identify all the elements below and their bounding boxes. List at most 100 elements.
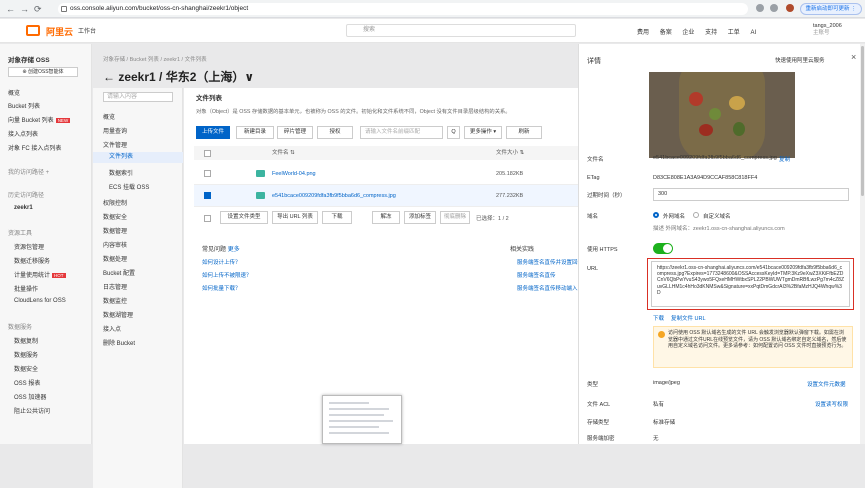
row-checkbox[interactable] xyxy=(204,170,211,177)
practice-link[interactable]: 服务端签名直传移动端入口 xyxy=(517,284,583,292)
subnav-delete-bucket[interactable]: 删除 Bucket xyxy=(103,338,135,347)
table-row[interactable]: FeelWorld-04.png 205.182KB xyxy=(194,163,579,185)
user-menu[interactable]: tangs_2006 主账号 xyxy=(813,23,842,37)
sidebar-item-fc-access-points[interactable]: 对象 FC 接入点列表 xyxy=(8,143,61,152)
extension-icon[interactable] xyxy=(756,4,764,12)
sidebar-item-data-service[interactable]: 数据服务 xyxy=(14,350,38,359)
set-metadata-link[interactable]: 设置文件元数据 xyxy=(807,380,846,388)
download-button[interactable]: 下载 xyxy=(322,211,352,224)
subnav-ecs-mount[interactable]: ECS 挂载 OSS xyxy=(109,182,149,191)
profile-avatar[interactable] xyxy=(786,4,794,12)
authorize-button[interactable]: 授权 xyxy=(317,126,353,139)
new-folder-button[interactable]: 新建目录 xyxy=(236,126,274,139)
faq-link[interactable]: 如何上传不被限速？ xyxy=(202,271,252,279)
sidebar-item-packages[interactable]: 资源包管理 xyxy=(14,242,44,251)
expire-input[interactable]: 300 xyxy=(653,188,849,201)
address-bar[interactable]: oss.console.aliyun.com/bucket/oss-cn-sha… xyxy=(58,3,748,15)
file-search-input[interactable]: 请输入文件名前缀匹配 xyxy=(360,126,443,139)
download-link[interactable]: 下载 xyxy=(653,314,664,322)
export-url-button[interactable]: 导出 URL 列表 xyxy=(272,211,318,224)
row-checkbox[interactable] xyxy=(204,192,211,199)
set-acl-link[interactable]: 设置读写权限 xyxy=(815,400,848,408)
reload-icon[interactable]: ⟳ xyxy=(34,3,42,15)
copy-url-link[interactable]: 复制文件 URL xyxy=(671,314,706,322)
add-tag-button[interactable]: 添加标签 xyxy=(404,211,436,224)
back-icon[interactable]: ← xyxy=(6,3,15,15)
sidebar-item-usage[interactable]: 计量使用统计 HOT xyxy=(14,270,66,279)
sidebar-item-report[interactable]: OSS 报表 xyxy=(14,378,40,387)
public-domain-radio[interactable] xyxy=(653,212,659,218)
aliyun-logo-icon[interactable] xyxy=(26,25,40,36)
refresh-button[interactable]: 刷新 xyxy=(506,126,542,139)
logo-text[interactable]: 阿里云 xyxy=(46,25,73,38)
ai-link[interactable]: AI xyxy=(750,30,756,36)
column-filename[interactable]: 文件名 ⇅ xyxy=(272,146,295,160)
bucket-title[interactable]: ← zeekr1 / 华东2（上海）∨ xyxy=(103,68,254,85)
sidebar-item-accelerator[interactable]: OSS 加速器 xyxy=(14,392,46,401)
subnav-data-management[interactable]: 数据管理 xyxy=(103,226,127,235)
sidebar-item-my-paths[interactable]: 我的访问路径 + xyxy=(8,167,49,176)
subnav-data-lake[interactable]: 数据湖管理 xyxy=(103,310,133,319)
sidebar-item-replication[interactable]: 数据复制 xyxy=(14,336,38,345)
subnav-moderation[interactable]: 内容审核 xyxy=(103,240,127,249)
icp-link[interactable]: 备案 xyxy=(660,30,672,36)
subnav-logs[interactable]: 日志管理 xyxy=(103,282,127,291)
drawer-scrollbar[interactable] xyxy=(860,44,865,444)
subnav-permissions[interactable]: 权限控制 xyxy=(103,198,127,207)
column-size[interactable]: 文件大小 ⇅ xyxy=(496,146,524,160)
enterprise-link[interactable]: 企业 xyxy=(682,30,694,36)
window-thumbnail[interactable] xyxy=(322,395,402,444)
sidebar-item-zeekr1[interactable]: zeekr1 xyxy=(14,205,33,211)
file-name-link[interactable]: e541bcace009209fdfa3fb9f5bba6d6_compress… xyxy=(272,185,396,207)
sidebar-item-migration[interactable]: 数据迁移服务 xyxy=(14,256,50,265)
subnav-processing[interactable]: 数据处理 xyxy=(103,254,127,263)
https-toggle[interactable] xyxy=(653,243,673,254)
forward-icon[interactable]: → xyxy=(20,3,29,15)
copy-filename-link[interactable]: 复制 xyxy=(779,155,790,163)
subnav-monitoring[interactable]: 数据监控 xyxy=(103,296,127,305)
sidebar-item-history-paths[interactable]: 历史访问路径 xyxy=(8,190,44,199)
subnav-search-input[interactable]: 请输入内容 xyxy=(103,92,173,102)
faq-link[interactable]: 如何批量下载？ xyxy=(202,284,241,292)
close-icon[interactable]: × xyxy=(851,52,856,62)
restore-button[interactable]: 解冻 xyxy=(372,211,400,224)
subnav-bucket-config[interactable]: Bucket 配置 xyxy=(103,268,135,277)
faq-link[interactable]: 如何设计上传？ xyxy=(202,258,241,266)
subnav-access-point[interactable]: 接入点 xyxy=(103,324,121,333)
fragments-button[interactable]: 碎片管理 xyxy=(277,126,313,139)
sidebar-item-overview[interactable]: 概览 xyxy=(8,88,20,97)
file-name-link[interactable]: FeelWorld-04.png xyxy=(272,163,316,185)
breadcrumb[interactable]: 对象存储 / Bucket 列表 / zeekr1 / 文件列表 xyxy=(103,55,207,63)
create-agent-button[interactable]: ⊕ 创建OSS智能体 xyxy=(8,67,78,77)
upload-button[interactable]: 上传文件 xyxy=(196,126,230,139)
support-link[interactable]: 支持 xyxy=(705,30,717,36)
search-icon[interactable]: Q xyxy=(447,126,460,139)
sidebar-item-access-points[interactable]: 接入点列表 xyxy=(8,129,38,138)
download-icon[interactable] xyxy=(770,4,778,12)
sidebar-item-batch[interactable]: 批量操作 xyxy=(14,284,38,293)
practice-link[interactable]: 服务端签名直传 xyxy=(517,271,556,279)
quick-use-link[interactable]: 快速使用阿里云服务 xyxy=(775,56,825,64)
global-search-input[interactable]: 搜索 xyxy=(346,24,576,37)
more-actions-button[interactable]: 更多操作 ▾ xyxy=(464,126,502,139)
sidebar-item-block-public[interactable]: 阻止公共访问 xyxy=(14,406,50,415)
sidebar-item-data-security[interactable]: 数据安全 xyxy=(14,364,38,373)
select-all-checkbox[interactable] xyxy=(204,150,211,157)
delete-button[interactable]: 彻底删除 xyxy=(440,211,470,224)
sidebar-item-buckets[interactable]: Bucket 列表 xyxy=(8,101,40,110)
scrollbar-thumb[interactable] xyxy=(861,46,864,196)
practice-link[interactable]: 服务端签名直传并设置回调 xyxy=(517,258,583,266)
sidebar-item-vector-buckets[interactable]: 向量 Bucket 列表 NEW xyxy=(8,115,71,124)
ticket-link[interactable]: 工单 xyxy=(728,30,740,36)
subnav-security[interactable]: 数据安全 xyxy=(103,212,127,221)
billing-link[interactable]: 费用 xyxy=(637,30,649,36)
subnav-data-index[interactable]: 数据索引 xyxy=(109,168,133,177)
url-textarea[interactable]: https://zeekr1.oss-cn-shanghai.aliyuncs.… xyxy=(651,261,850,307)
subnav-usage[interactable]: 用量查询 xyxy=(103,126,127,135)
batch-select-checkbox[interactable] xyxy=(204,215,211,222)
sidebar-item-cloudlens[interactable]: CloudLens for OSS xyxy=(14,298,66,304)
table-row[interactable]: e541bcace009209fdfa3fb9f5bba6d6_compress… xyxy=(194,185,579,207)
subnav-overview[interactable]: 概览 xyxy=(103,112,115,121)
workspace-link[interactable]: 工作台 xyxy=(78,26,96,35)
custom-domain-radio[interactable] xyxy=(693,212,699,218)
